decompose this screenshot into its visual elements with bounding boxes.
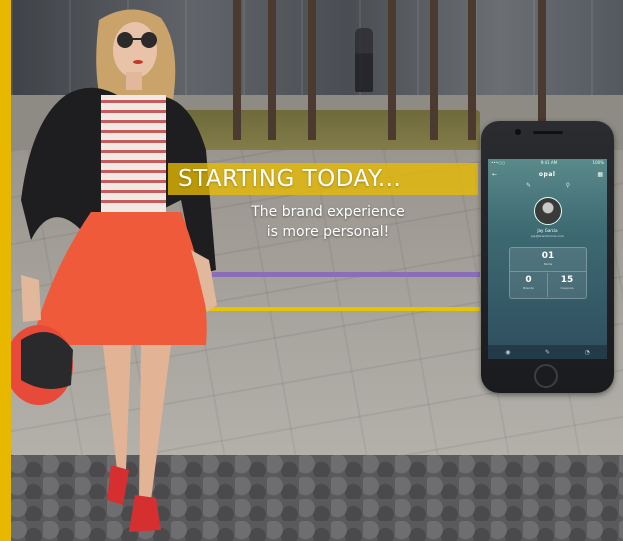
stat-coupons[interactable]: 15 Coupons [548,273,586,297]
tab-history-icon[interactable]: ◔ [584,349,589,356]
status-bar: •••○○ 9:41 AM 100% [488,159,607,167]
phone-mockup: •••○○ 9:41 AM 100% ← opal ▦ ✎ ⚲ Jay Garc… [481,121,614,393]
stat-brands-value: 0 [525,275,532,285]
model-illustration [11,9,217,532]
user-name: Jay Garcia [537,228,558,233]
tab-bar: ◉ ✎ ◔ [488,345,607,359]
tagline-line-1: The brand experience [251,204,405,220]
tagline: The brand experience is more personal! [208,202,448,242]
tab-profile-icon[interactable]: ◉ [505,349,510,356]
headline-text: STARTING TODAY... [178,166,402,192]
background-tree [268,0,276,140]
ad-banner: STARTING TODAY... The brand experience i… [0,0,623,541]
stat-coupons-value: 15 [560,275,574,285]
phone-camera [515,129,521,135]
stats-panel: 01 Items 0 Brands 15 Coupons [509,247,587,299]
stat-brands-label: Brands [523,286,534,290]
phone-screen: •••○○ 9:41 AM 100% ← opal ▦ ✎ ⚲ Jay Garc… [488,159,607,359]
battery-indicator: 100% [592,160,604,165]
stat-brands[interactable]: 0 Brands [510,273,548,297]
stat-coupons-label: Coupons [560,286,574,290]
background-tree [388,0,396,140]
status-time: 9:41 AM [540,160,558,165]
stat-items[interactable]: 01 Items [510,251,586,272]
signal-indicator: •••○○ [491,160,506,165]
tab-edit-icon[interactable]: ✎ [545,349,550,356]
yellow-accent-bar [0,0,11,541]
stat-items-value: 01 [541,251,555,261]
avatar[interactable] [534,197,562,225]
edit-icon[interactable]: ✎ [526,182,531,189]
tagline-line-2: is more personal! [266,224,390,240]
background-tree [538,0,546,140]
app-logo: opal [538,170,556,178]
background-tree [308,0,316,140]
share-icon[interactable]: ⚲ [566,182,570,189]
purple-stripe [212,272,480,277]
stat-items-label: Items [543,262,553,266]
background-tree [468,0,476,140]
qr-code-icon[interactable]: ▦ [597,171,603,178]
back-arrow-icon[interactable]: ← [492,171,497,178]
user-email: jay@brandonline.com [531,234,564,238]
app-header: ← opal ▦ [488,167,607,181]
background-tree [430,0,438,140]
phone-speaker [533,131,563,134]
profile-tools: ✎ ⚲ [526,182,570,189]
background-pedestrian [355,28,373,92]
home-button[interactable] [534,364,558,388]
